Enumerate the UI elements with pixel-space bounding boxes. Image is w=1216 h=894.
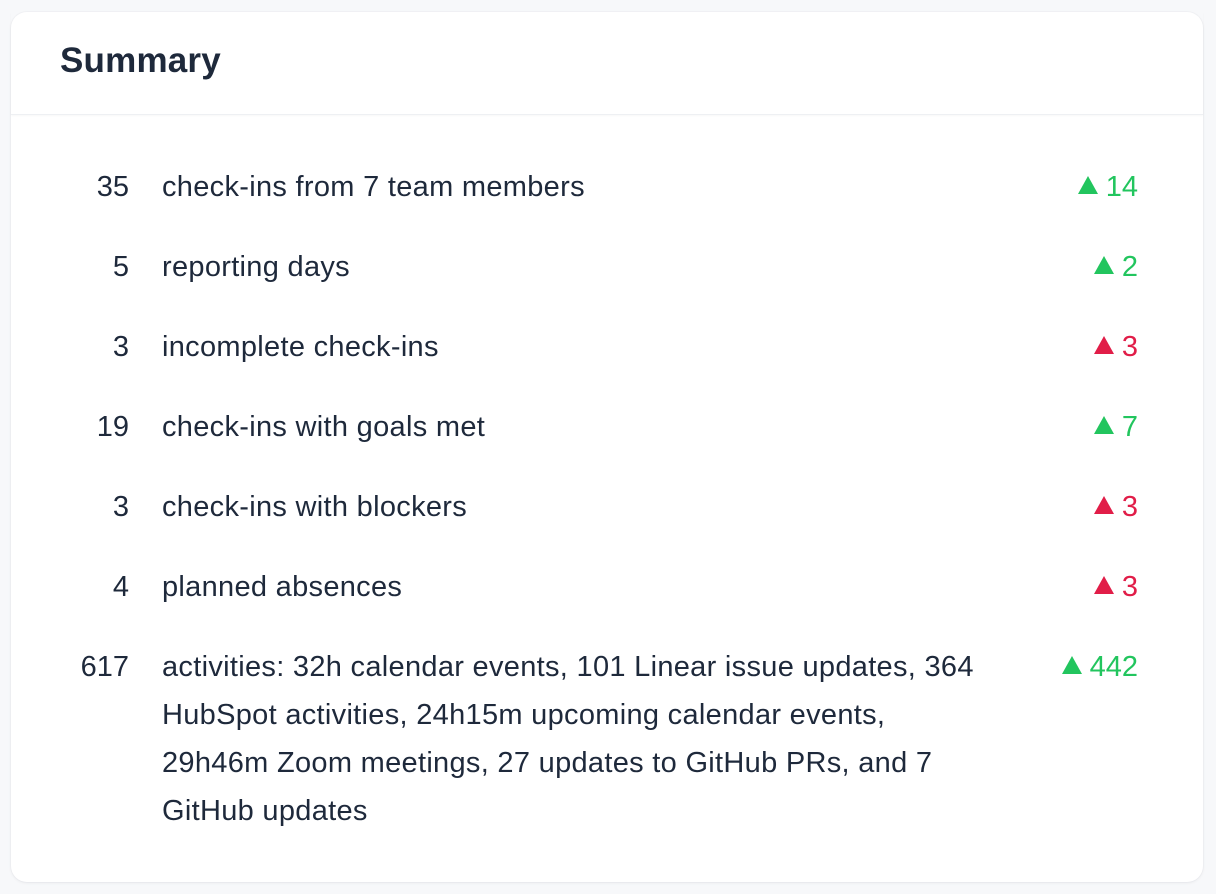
delta-value: 7 bbox=[1121, 411, 1138, 443]
triangle-up-icon bbox=[1093, 256, 1114, 274]
row-count: 5 bbox=[112, 251, 129, 283]
row-delta: 3 bbox=[1093, 483, 1138, 531]
summary-row: 617 activities: 32h calendar events, 101… bbox=[11, 643, 1203, 835]
row-count: 617 bbox=[80, 651, 129, 683]
row-delta: 442 bbox=[1061, 643, 1138, 691]
summary-row: 3 incomplete check-ins 3 bbox=[11, 323, 1203, 403]
summary-card: Summary 35 check-ins from 7 team members… bbox=[11, 12, 1203, 882]
delta-value: 3 bbox=[1121, 571, 1138, 603]
triangle-up-icon bbox=[1061, 656, 1082, 674]
summary-row: 4 planned absences 3 bbox=[11, 563, 1203, 643]
row-delta: 7 bbox=[1093, 403, 1138, 451]
row-label: check-ins from 7 team members bbox=[162, 171, 585, 203]
triangle-up-icon bbox=[1077, 176, 1098, 194]
triangle-up-icon bbox=[1093, 416, 1114, 434]
triangle-up-icon bbox=[1093, 336, 1114, 354]
delta-value: 3 bbox=[1121, 491, 1138, 523]
row-label: reporting days bbox=[162, 251, 350, 283]
delta-value: 3 bbox=[1121, 331, 1138, 363]
summary-row: 19 check-ins with goals met 7 bbox=[11, 403, 1203, 483]
row-label: check-ins with goals met bbox=[162, 411, 486, 443]
delta-value: 442 bbox=[1089, 651, 1138, 683]
row-count: 35 bbox=[96, 171, 129, 203]
row-delta: 2 bbox=[1093, 243, 1138, 291]
row-label: planned absences bbox=[162, 571, 403, 603]
row-count: 19 bbox=[96, 411, 129, 443]
delta-value: 14 bbox=[1105, 171, 1138, 203]
row-delta: 3 bbox=[1093, 323, 1138, 371]
triangle-up-icon bbox=[1093, 576, 1114, 594]
summary-row: 3 check-ins with blockers 3 bbox=[11, 483, 1203, 563]
summary-row: 5 reporting days 2 bbox=[11, 243, 1203, 323]
row-delta: 14 bbox=[1077, 163, 1138, 211]
summary-list: 35 check-ins from 7 team members 14 5 re… bbox=[11, 163, 1203, 835]
row-label: activities: 32h calendar events, 101 Lin… bbox=[162, 651, 974, 827]
row-count: 3 bbox=[112, 491, 129, 523]
summary-row: 35 check-ins from 7 team members 14 bbox=[11, 163, 1203, 243]
card-title: Summary bbox=[60, 41, 221, 80]
delta-value: 2 bbox=[1121, 251, 1138, 283]
row-count: 3 bbox=[112, 331, 129, 363]
triangle-up-icon bbox=[1093, 496, 1114, 514]
card-header: Summary bbox=[11, 12, 1203, 115]
row-count: 4 bbox=[112, 571, 129, 603]
row-delta: 3 bbox=[1093, 563, 1138, 611]
row-label: check-ins with blockers bbox=[162, 491, 468, 523]
row-label: incomplete check-ins bbox=[162, 331, 439, 363]
